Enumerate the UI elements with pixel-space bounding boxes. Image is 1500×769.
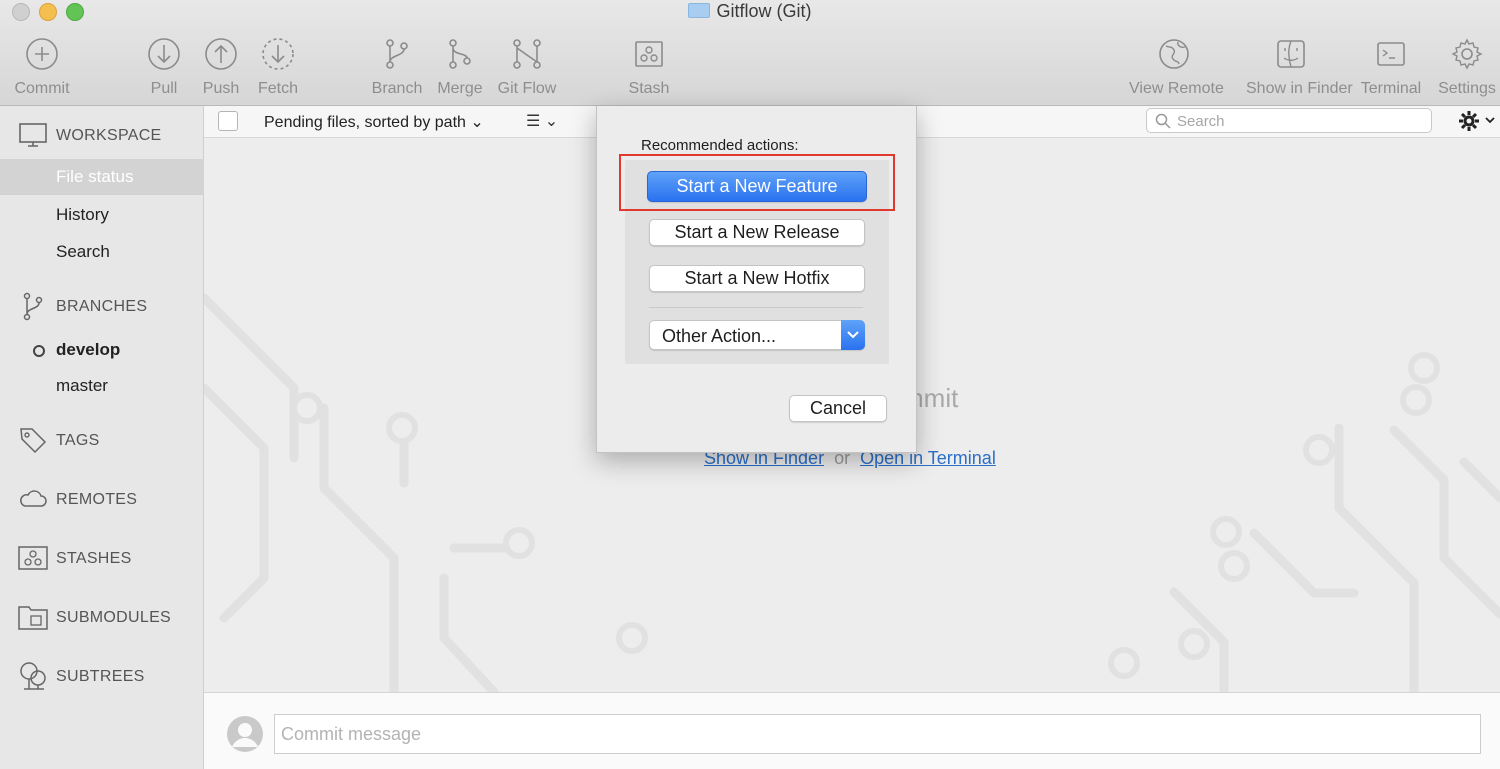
avatar [227,716,263,752]
merge-icon [449,39,471,69]
view-mode-dropdown[interactable]: ☰ ⌄ [526,111,558,131]
window-title: Gitflow (Git) [0,1,1500,22]
monitor-icon [19,123,47,147]
sidebar-item-file-status[interactable]: File status [0,159,204,195]
sidebar-item-label: develop [56,340,121,359]
stash-button[interactable]: Stash [604,36,694,98]
start-new-release-button[interactable]: Start a New Release [649,219,865,246]
subtrees-header: SUBTREES [56,668,145,685]
stash-label: Stash [628,80,670,97]
other-action-label: Other Action... [662,326,777,346]
submodules-header: SUBMODULES [56,609,172,626]
finder-icon [1277,40,1305,68]
show-in-finder-button[interactable]: Show in Finder [1246,36,1353,98]
other-action-select[interactable]: Other Action... [649,320,865,350]
git-flow-icon [513,39,541,69]
sidebar-item-label: Search [56,242,110,261]
settings-button[interactable]: Settings [1422,36,1500,98]
cancel-button[interactable]: Cancel [789,395,887,422]
workspace-header: WORKSPACE [56,127,162,144]
tags-header: TAGS [56,432,100,449]
folder-icon [688,3,711,18]
sidebar-item-develop[interactable]: develop [0,332,204,368]
sort-dropdown[interactable]: Pending files, sorted by path ⌄ [264,112,484,132]
commit-icon [26,38,58,70]
list-icon: ☰ [526,113,541,130]
dialog-title: Recommended actions: [641,137,799,154]
sidebar-item-history[interactable]: History [0,197,204,233]
sidebar-section-submodules[interactable]: SUBMODULES [0,599,204,635]
commit-message-field[interactable] [274,714,1481,754]
sidebar-item-label: History [56,205,109,224]
commit-label: Commit [14,80,70,97]
branch-icon [23,292,43,321]
stash-icon [635,41,663,67]
chevron-down-icon: ⌄ [470,114,484,131]
start-new-feature-button[interactable]: Start a New Feature [647,171,867,202]
git-flow-label: Git Flow [497,80,557,97]
file-options-button[interactable] [1456,108,1498,134]
gear-icon [1459,111,1495,131]
search-input[interactable] [1177,111,1427,131]
gear-icon [1451,38,1483,70]
chevron-down-icon: ⌄ [544,113,559,130]
git-flow-button[interactable]: Git Flow [482,36,572,98]
subtree-icon [20,662,46,690]
sort-dropdown-label: Pending files, sorted by path [264,114,466,131]
sidebar-item-label: master [56,376,108,395]
sidebar-item-label: File status [56,167,134,186]
tag-icon [20,428,47,454]
sidebar-section-subtrees[interactable]: SUBTREES [0,658,204,694]
current-branch-icon [33,345,45,357]
sidebar-item-search[interactable]: Search [0,234,204,270]
dialog-divider [649,307,863,308]
start-new-hotfix-button[interactable]: Start a New Hotfix [649,265,865,292]
chevron-down-icon [847,331,859,339]
show-in-finder-label: Show in Finder [1246,80,1353,97]
settings-label: Settings [1438,80,1496,97]
window-toolbar: Gitflow (Git) Commit Pull Push Fetch Bra… [0,0,1500,106]
fetch-label: Fetch [257,80,298,97]
view-remote-label: View Remote [1129,80,1224,97]
branch-icon [386,39,408,69]
globe-icon [1159,39,1189,69]
sidebar-section-branches[interactable]: BRANCHES [0,288,204,324]
window-title-text: Gitflow (Git) [716,1,812,21]
sidebar-item-master[interactable]: master [0,368,204,404]
commit-button[interactable]: Commit [0,36,87,98]
cloud-icon [20,490,47,507]
stashes-header: STASHES [56,550,132,567]
stash-icon [18,546,48,570]
view-remote-button[interactable]: View Remote [1129,36,1224,98]
commit-bar [204,692,1500,769]
fetch-icon [262,38,294,70]
search-field[interactable] [1146,108,1432,133]
gitflow-dialog: Recommended actions: Start a New Feature… [596,106,917,453]
sidebar-section-remotes[interactable]: REMOTES [0,481,204,517]
remotes-header: REMOTES [56,491,138,508]
sidebar-section-stashes[interactable]: STASHES [0,540,204,576]
select-all-checkbox[interactable] [218,111,238,131]
submodule-icon [18,606,48,630]
branches-header: BRANCHES [56,298,148,315]
terminal-icon [1377,42,1405,66]
search-icon [1155,113,1171,129]
commit-message-input[interactable] [275,715,1480,753]
select-arrow [841,320,865,350]
sidebar-section-tags[interactable]: TAGS [0,422,204,458]
sidebar-section-workspace[interactable]: WORKSPACE [0,117,204,153]
fetch-button[interactable]: Fetch [233,36,323,98]
sidebar: WORKSPACE File status History Search BRA… [0,106,204,769]
